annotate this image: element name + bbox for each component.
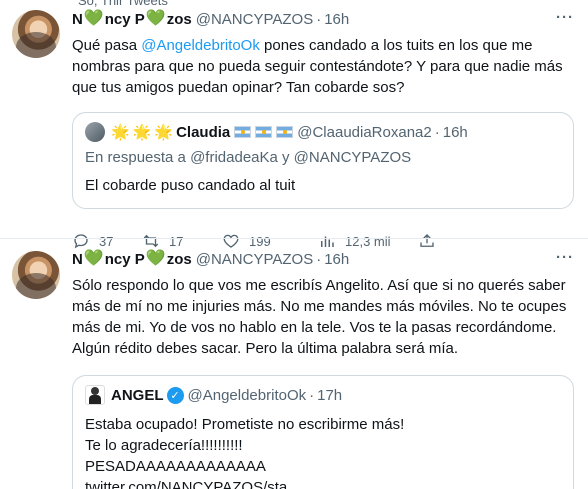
avatar[interactable] [12, 10, 60, 58]
mention-link[interactable]: @AngeldebritoOk [141, 37, 260, 54]
quote-text: Estaba ocupado! Prometiste no escribirme… [85, 416, 405, 489]
author-name[interactable]: N 💚 ncy P 💚 zos [72, 11, 192, 28]
star-icon: 🌟 [132, 124, 152, 141]
argentina-flag-icon [276, 126, 294, 138]
avatar[interactable] [12, 251, 60, 299]
quote-avatar [85, 122, 105, 142]
author-name-part: zos [166, 250, 192, 268]
quote-text: El cobarde puso candado al tuit [85, 177, 296, 194]
green-heart-icon: 💚 [145, 10, 166, 27]
author-handle[interactable]: @NANCYPAZOS [196, 251, 313, 268]
author-name-part: N [72, 10, 83, 28]
quote-header: ANGEL ✓ @AngeldebritoOk · 17h [85, 385, 561, 405]
author-name[interactable]: N 💚 ncy P 💚 zos [72, 251, 192, 268]
quoted-tweet[interactable]: 🌟 🌟 🌟 Claudia @ClaaudiaRoxana2 · 16h En … [72, 112, 574, 209]
separator-dot: · [434, 123, 440, 141]
verified-badge-icon: ✓ [166, 386, 184, 404]
argentina-flag-icon [234, 126, 252, 138]
tweet-text: Qué pasa @AngeldebritoOk pones candado a… [72, 35, 574, 98]
author-name-part: ncy P [104, 10, 145, 28]
green-heart-icon: 💚 [83, 250, 104, 267]
quote-author-name: ANGEL [111, 386, 164, 404]
tweet-text: Sólo respondo lo que vos me escribís Ang… [72, 277, 567, 357]
green-heart-icon: 💚 [83, 10, 104, 27]
quote-author-name: Claudia [176, 123, 231, 141]
tweet-content: N 💚 ncy P 💚 zos @NANCYPAZOS · 16h ··· Só… [72, 249, 574, 489]
author-name-part: N [72, 250, 83, 268]
tweet-time[interactable]: 16h [324, 251, 349, 268]
separator-dot: · [316, 10, 322, 28]
quote-time: 16h [442, 123, 468, 141]
author-name-part: ncy P [104, 250, 145, 268]
tweet-time[interactable]: 16h [324, 11, 349, 28]
quote-author-handle: @AngeldebritoOk [187, 386, 307, 404]
more-options-icon[interactable]: ··· [556, 9, 574, 26]
tweet-text-segment: Qué pasa [72, 37, 142, 54]
tweet-content: N 💚 ncy P 💚 zos @NANCYPAZOS · 16h ··· Qu… [72, 9, 574, 251]
reply-context: En respuesta a @fridadeaKa y @NANCYPAZOS [85, 149, 412, 166]
tweet-header: N 💚 ncy P 💚 zos @NANCYPAZOS · 16h [72, 9, 574, 29]
quote-avatar [85, 385, 105, 405]
argentina-flag-icon [255, 126, 273, 138]
author-handle[interactable]: @NANCYPAZOS [196, 11, 313, 28]
separator-dot: · [316, 250, 322, 268]
quote-author-handle: @ClaaudiaRoxana2 [297, 123, 432, 141]
quote-header: 🌟 🌟 🌟 Claudia @ClaaudiaRoxana2 · 16h [85, 122, 561, 142]
quote-time: 17h [317, 386, 343, 404]
separator-dot: · [309, 386, 315, 404]
more-options-icon[interactable]: ··· [556, 249, 574, 266]
quoted-tweet[interactable]: ANGEL ✓ @AngeldebritoOk · 17h Estaba ocu… [72, 375, 574, 489]
author-name-part: zos [166, 10, 192, 28]
green-heart-icon: 💚 [145, 250, 166, 267]
star-icon: 🌟 [111, 124, 130, 141]
tweet[interactable]: N 💚 ncy P 💚 zos @NANCYPAZOS · 16h ··· Só… [0, 238, 588, 489]
star-icon: 🌟 [154, 124, 174, 141]
tweet[interactable]: N 💚 ncy P 💚 zos @NANCYPAZOS · 16h ··· Qu… [0, 0, 588, 249]
tweet-header: N 💚 ncy P 💚 zos @NANCYPAZOS · 16h [72, 249, 574, 269]
